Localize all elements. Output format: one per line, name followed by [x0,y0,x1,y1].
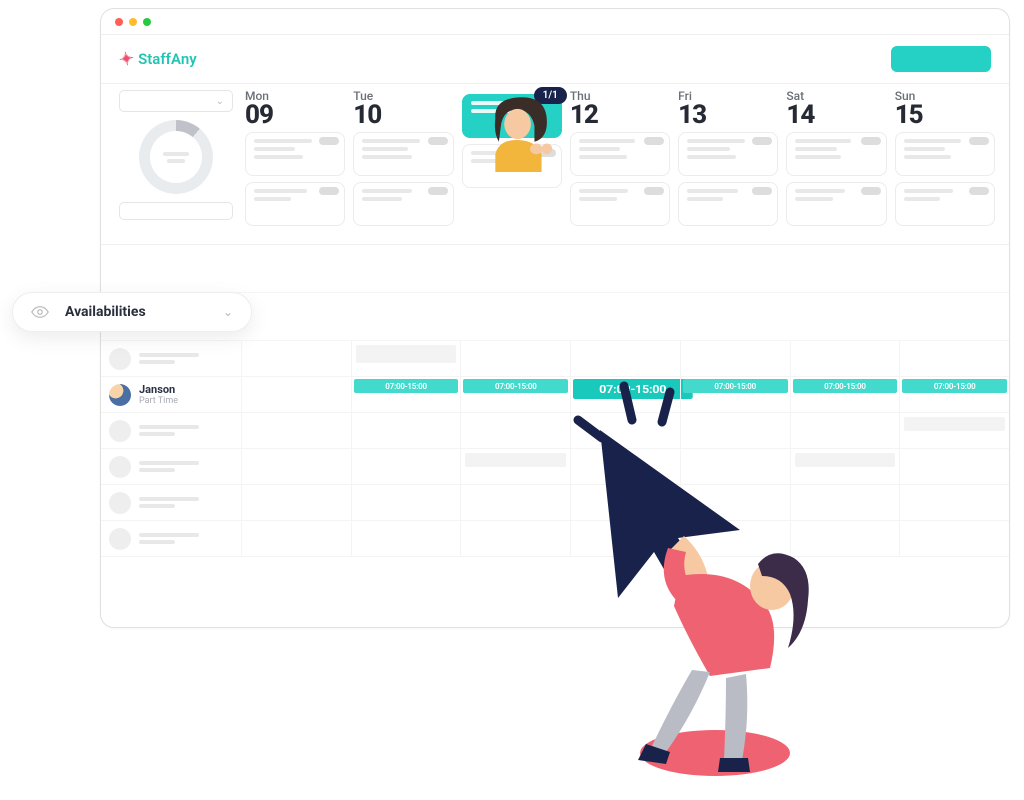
dropdown-label: Availabilities [65,304,207,320]
day-col-sun[interactable]: Sun 15 [891,84,999,238]
avatar [109,420,131,442]
schedule-cell[interactable] [351,413,461,448]
day-card[interactable] [786,182,886,226]
day-card[interactable] [895,182,995,226]
schedule-cell[interactable] [460,449,570,484]
schedule-cell[interactable] [460,485,570,520]
staff-placeholder [139,353,199,364]
table-row [101,413,1009,449]
day-card[interactable] [353,132,453,176]
date-number: 09 [245,102,345,128]
day-col-sat[interactable]: Sat 14 [782,84,890,238]
day-col-tue[interactable]: Tue 10 [349,84,457,238]
schedule-cell[interactable] [899,521,1009,556]
schedule-cell[interactable]: 07:00-15:00 [899,377,1009,412]
day-card[interactable] [786,132,886,176]
schedule-cell[interactable]: 07:00-15:00 [351,377,461,412]
staff-placeholder [139,425,199,436]
schedule-cell[interactable] [351,341,461,376]
calendar-side-panel: ⌄ [111,84,241,238]
brand-logo: ✦ StaffAny [119,49,197,70]
day-col-mon[interactable]: Mon 09 [241,84,349,238]
avatar [109,528,131,550]
date-number: 10 [353,102,453,128]
day-card[interactable] [353,182,453,226]
staff-placeholder [139,461,199,472]
schedule-cell[interactable] [680,341,790,376]
staff-placeholder [139,497,199,508]
spacer-row [101,245,1009,293]
window-max-dot[interactable] [143,18,151,26]
day-col-thu[interactable]: Thu 12 [566,84,674,238]
table-row [101,449,1009,485]
avatar [109,456,131,478]
schedule-cell[interactable] [460,521,570,556]
day-card[interactable] [678,132,778,176]
eye-icon [31,305,49,319]
view-select[interactable]: ⌄ [119,90,233,112]
schedule-cell[interactable] [899,485,1009,520]
date-number: 12 [570,102,670,128]
day-card[interactable] [245,182,345,226]
day-card[interactable] [895,132,995,176]
app-header: ✦ StaffAny [101,35,1009,83]
schedule-cell[interactable] [241,377,351,412]
brand-mark-icon: ✦ [117,47,136,70]
chevron-down-icon: ⌄ [223,305,233,319]
illustration-person-bottom [560,380,860,780]
table-row [101,521,1009,557]
schedule-grid: Janson Part Time 07:00-15:00 07:00-15:00… [101,341,1009,557]
day-card[interactable] [678,182,778,226]
table-row-featured: Janson Part Time 07:00-15:00 07:00-15:00… [101,377,1009,413]
availability-slot[interactable]: 07:00-15:00 [463,379,568,393]
date-number: 13 [678,102,778,128]
staff-role: Part Time [139,396,178,406]
day-card[interactable] [570,182,670,226]
schedule-cell[interactable] [241,341,351,376]
schedule-cell[interactable] [351,449,461,484]
day-card[interactable] [245,132,345,176]
schedule-cell[interactable] [460,413,570,448]
schedule-cell[interactable] [241,485,351,520]
window-close-dot[interactable] [115,18,123,26]
day-col-fri[interactable]: Fri 13 [674,84,782,238]
window-min-dot[interactable] [129,18,137,26]
availabilities-dropdown[interactable]: Availabilities ⌄ [12,292,252,332]
window-titlebar [101,9,1009,35]
schedule-cell[interactable] [351,485,461,520]
schedule-cell[interactable] [460,341,570,376]
schedule-cell[interactable] [351,521,461,556]
availability-slot[interactable]: 07:00-15:00 [902,379,1007,393]
schedule-cell[interactable] [570,341,680,376]
availability-slot[interactable]: 07:00-15:00 [354,379,459,393]
day-card[interactable] [570,132,670,176]
schedule-cell[interactable] [899,341,1009,376]
illustration-person-top [477,92,567,172]
date-number: 14 [786,102,886,128]
schedule-cell[interactable] [790,341,900,376]
brand-name: StaffAny [138,50,197,68]
coverage-donut [139,120,213,194]
schedule-cell[interactable] [241,413,351,448]
avatar [109,348,131,370]
avatar [109,384,131,406]
table-row [101,341,1009,377]
avatar [109,492,131,514]
table-row [101,485,1009,521]
schedule-cell[interactable] [899,413,1009,448]
date-number: 15 [895,102,995,128]
staff-name: Janson [139,383,178,396]
chevron-down-icon: ⌄ [216,96,224,107]
primary-action-button[interactable] [891,46,991,72]
schedule-cell[interactable] [241,521,351,556]
schedule-cell[interactable] [241,449,351,484]
schedule-cell[interactable] [899,449,1009,484]
legend-line [119,202,233,220]
schedule-cell[interactable]: 07:00-15:00 [460,377,570,412]
staff-placeholder [139,533,199,544]
